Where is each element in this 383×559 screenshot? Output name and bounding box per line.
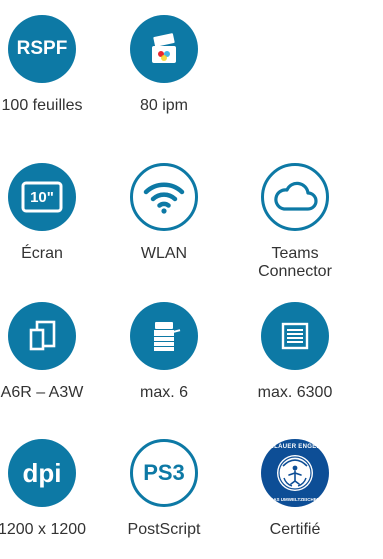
ecolabel-bottom-text: DAS UMWELTZEICHEN — [270, 497, 320, 502]
dpi-icon: dpi — [8, 439, 76, 507]
ecolabel-top-text: BLAUER ENGEL — [269, 444, 321, 450]
feature-label-paper-size: A6R – A3W — [0, 384, 84, 401]
feature-label-postscript: PostScript — [127, 521, 201, 538]
feature-ecolabel: BLAUER ENGEL DAS UMWELTZEICHEN Certifié — [235, 439, 355, 539]
feature-paper-size: A6R – A3W — [0, 302, 102, 402]
rspf-badge-text: RSPF — [16, 38, 68, 59]
blue-angel-icon: BLAUER ENGEL DAS UMWELTZEICHEN — [261, 439, 329, 507]
feature-screen: 10" Écran — [0, 163, 102, 263]
feature-label-capacity: max. 6300 — [257, 384, 333, 401]
feature-label-teams: Teams Connector — [258, 245, 332, 280]
printer-output-icon — [130, 15, 198, 83]
document-feeder-icon: RSPF — [8, 15, 76, 83]
multifunction-printer-icon — [130, 302, 198, 370]
feature-label-resolution: 1200 x 1200 — [0, 521, 87, 538]
screen-icon: 10" — [8, 163, 76, 231]
feature-trays: max. 6 — [104, 302, 224, 402]
feature-label-ecolabel: Certifié — [269, 521, 321, 538]
feature-label-wlan: WLAN — [140, 245, 188, 262]
feature-capacity: max. 6300 — [235, 302, 355, 402]
feature-label-trays: max. 6 — [139, 384, 188, 401]
feature-label-rspf: 100 feuilles — [1, 97, 83, 114]
feature-rspf: RSPF 100 feuilles — [0, 15, 102, 115]
feature-postscript: PS3 PostScript — [104, 439, 224, 539]
screen-badge-text: 10" — [30, 188, 54, 206]
wifi-icon — [130, 163, 198, 231]
feature-label-speed: 80 ipm — [139, 97, 189, 114]
feature-wlan: WLAN — [104, 163, 224, 263]
paper-stack-icon — [261, 302, 329, 370]
dpi-badge-text: dpi — [22, 457, 62, 488]
feature-resolution: dpi 1200 x 1200 — [0, 439, 102, 539]
feature-label-screen: Écran — [21, 245, 63, 262]
postscript-icon: PS3 — [130, 439, 198, 507]
ps3-badge-text: PS3 — [143, 460, 185, 485]
feature-speed: 80 ipm — [104, 15, 224, 115]
paper-sizes-icon — [8, 302, 76, 370]
cloud-icon — [261, 163, 329, 231]
feature-teams: Teams Connector — [235, 163, 355, 281]
